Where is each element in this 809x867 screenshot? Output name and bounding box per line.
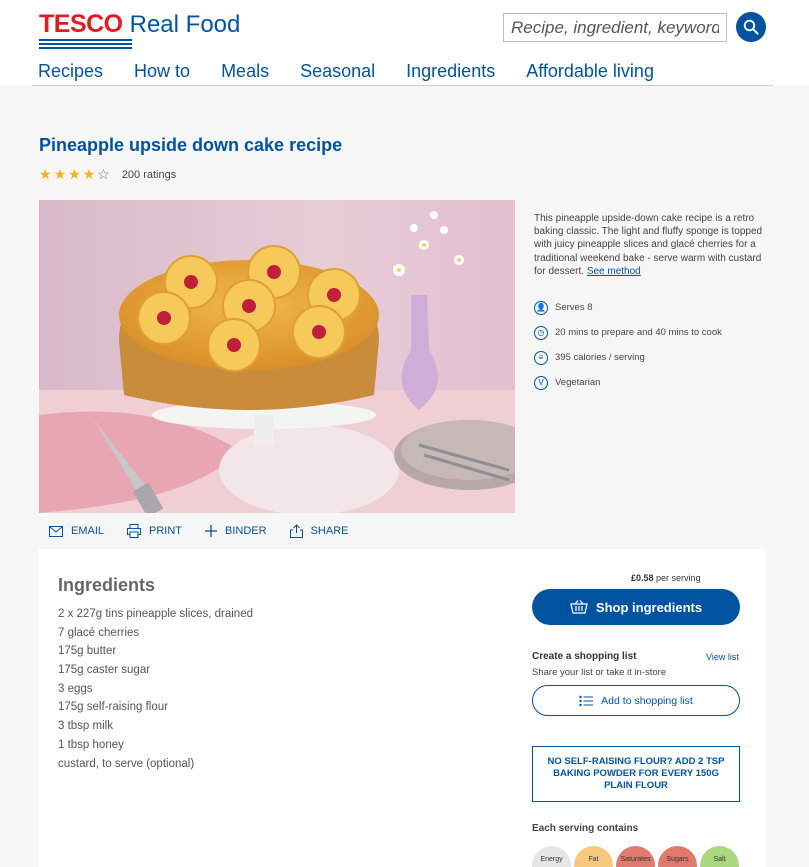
email-label: EMAIL: [71, 525, 105, 537]
ingredients-list: 2 x 227g tins pineapple slices, drained …: [58, 605, 253, 773]
price-per-serving: £0.58 per serving: [631, 573, 701, 583]
logo-real-food-text: Real Food: [129, 11, 241, 38]
fact-calories-text: 395 calories / serving: [555, 352, 645, 363]
nav-seasonal[interactable]: Seasonal: [300, 61, 375, 82]
ingredient-item: 2 x 227g tins pineapple slices, drained: [58, 608, 253, 620]
shopping-list-subtitle: Share your list or take it in-store: [532, 667, 667, 678]
header: TESCO Real Food Recipes How to Meals Sea…: [0, 0, 809, 86]
binder-label: BINDER: [225, 525, 267, 537]
recipe-actions: EMAIL PRINT BINDER SHARE: [49, 524, 371, 538]
add-to-shopping-list-label: Add to shopping list: [601, 694, 693, 707]
recipe-description: This pineapple upside-down cake recipe i…: [534, 212, 770, 278]
logo-stripes: [39, 39, 132, 50]
star-icon: ★: [68, 166, 81, 182]
search-icon: [743, 19, 759, 35]
nav-how-to[interactable]: How to: [134, 61, 190, 82]
ingredient-item: 3 tbsp milk: [58, 720, 113, 733]
recipe-description-text: This pineapple upside-down cake recipe i…: [534, 213, 763, 277]
price-suffix: per serving: [656, 573, 701, 583]
nutrition-salt-label: Salt: [713, 856, 726, 863]
fact-calories: ≡ 395 calories / serving: [534, 345, 722, 370]
list-icon: [579, 695, 594, 706]
nav-ingredients[interactable]: Ingredients: [406, 61, 495, 82]
ingredient-item: 7 glacé cherries: [58, 626, 140, 639]
shop-ingredients-button[interactable]: Shop ingredients: [532, 589, 740, 625]
clock-icon: ◷: [534, 325, 548, 340]
ingredient-item: 1 tbsp honey: [58, 738, 124, 751]
nutrition-saturates-label: Saturates: [620, 856, 651, 863]
shop-ingredients-label: Shop ingredients: [595, 599, 703, 615]
view-list-link[interactable]: View list: [706, 652, 739, 662]
fact-vegetarian: V Vegetarian: [534, 370, 722, 395]
star-outline-icon: ☆: [97, 166, 110, 182]
recipe-facts: 👤 Serves 8 ◷ 20 mins to prepare and 40 m…: [534, 295, 722, 395]
nutrition-fat-label: Fat: [588, 856, 599, 863]
star-icon: ★: [82, 166, 96, 182]
ingredient-item: 175g self-raising flour: [58, 701, 168, 714]
tesco-real-food-logo[interactable]: TESCO Real Food: [39, 10, 241, 49]
ingredient-item: 3 eggs: [58, 682, 93, 695]
nutrition-title: Each serving contains: [532, 823, 639, 834]
ingredient-item: 175g butter: [58, 645, 117, 658]
baking-tip: NO SELF-RAISING FLOUR? ADD 2 TSP BAKING …: [532, 746, 740, 802]
share-label: SHARE: [310, 525, 349, 537]
add-to-shopping-list-button[interactable]: Add to shopping list: [532, 685, 740, 716]
fact-vegetarian-text: Vegetarian: [555, 377, 601, 388]
nav-affordable-living[interactable]: Affordable living: [526, 61, 654, 82]
ratings-count: 200 ratings: [121, 168, 177, 181]
ingredient-item: 175g caster sugar: [58, 664, 151, 677]
fact-time: ◷ 20 mins to prepare and 40 mins to cook: [534, 320, 722, 345]
binder-button[interactable]: BINDER: [205, 524, 267, 538]
star-icon: ★: [39, 166, 52, 182]
nav-divider: [32, 85, 773, 86]
email-icon: [49, 525, 63, 537]
plus-icon: [205, 525, 218, 537]
fact-serves: 👤 Serves 8: [534, 295, 722, 320]
person-icon: 👤: [534, 300, 548, 315]
shopping-list-title: Create a shopping list: [532, 651, 637, 662]
basket-icon: [570, 600, 588, 614]
nav-recipes[interactable]: Recipes: [38, 61, 103, 82]
vegetarian-icon: V: [534, 375, 548, 390]
fact-time-text: 20 mins to prepare and 40 mins to cook: [555, 327, 722, 338]
share-icon: [289, 524, 303, 538]
recipe-title: Pineapple upside down cake recipe: [39, 135, 343, 155]
fact-serves-text: Serves 8: [555, 302, 593, 313]
print-button[interactable]: PRINT: [127, 524, 182, 538]
recipe-photo: [39, 200, 515, 513]
logo-tesco-text: TESCO: [39, 10, 123, 38]
price-value: £0.58: [631, 573, 654, 583]
search-input[interactable]: [503, 13, 727, 42]
search-button[interactable]: [736, 12, 766, 42]
print-label: PRINT: [149, 525, 183, 537]
ingredient-item: custard, to serve (optional): [58, 757, 195, 770]
see-method-link[interactable]: See method: [587, 266, 641, 277]
email-button[interactable]: EMAIL: [49, 524, 104, 538]
nav-meals[interactable]: Meals: [221, 61, 269, 82]
nutrition-energy-label: Energy: [540, 856, 563, 863]
nutrition-sugars-label: Sugars: [666, 856, 689, 863]
star-icon: ★: [53, 166, 67, 182]
print-icon: [127, 524, 142, 538]
calories-icon: ≡: [534, 350, 548, 365]
share-button[interactable]: SHARE: [289, 524, 349, 538]
ingredients-title: Ingredients: [58, 575, 156, 595]
star-rating[interactable]: ★ ★ ★ ★ ☆ 200 ratings: [39, 166, 176, 183]
main-nav: Recipes How to Meals Seasonal Ingredient…: [38, 61, 685, 82]
